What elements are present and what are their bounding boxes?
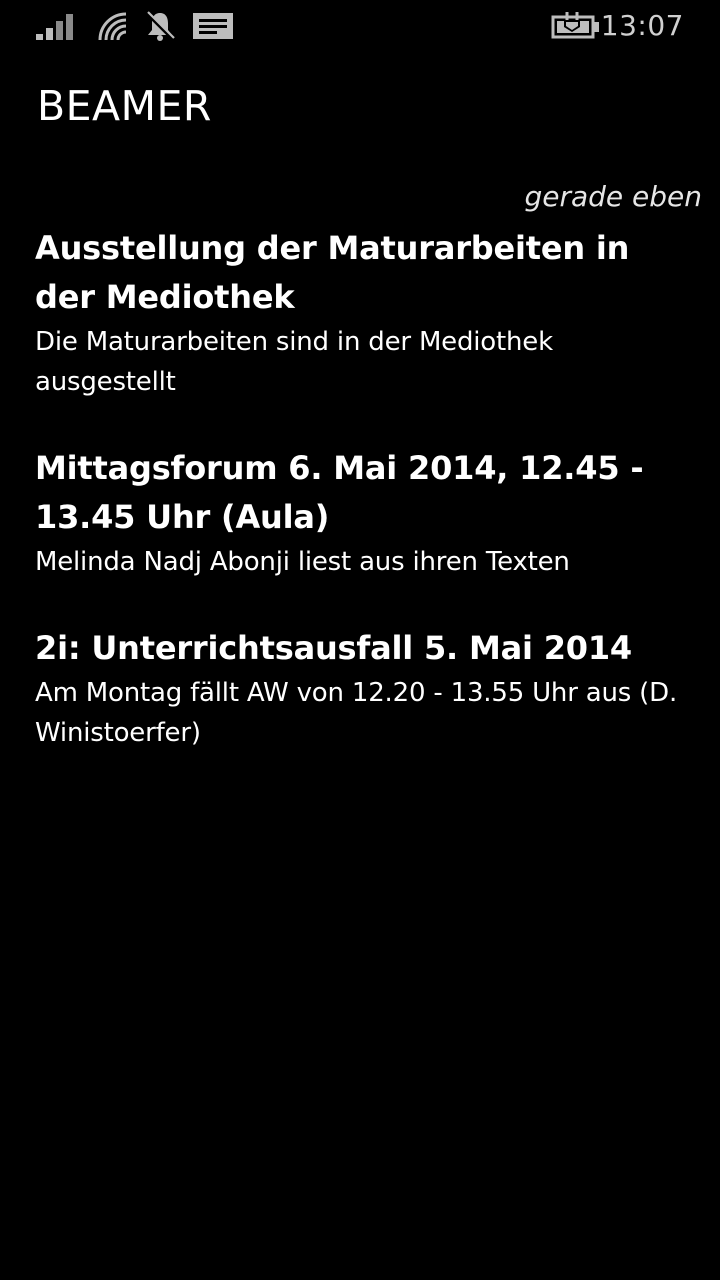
- app-title: BEAMER: [37, 82, 212, 130]
- battery-charging-icon: [551, 12, 599, 39]
- notifications-muted-icon: [144, 10, 176, 42]
- news-item-title: Ausstellung der Maturarbeiten in der Med…: [35, 229, 630, 316]
- status-time: 13:07: [600, 9, 684, 42]
- news-item[interactable]: 2i: Unterrichtsausfall 5. Mai 2014 Am Mo…: [35, 624, 695, 753]
- message-icon: [193, 13, 233, 39]
- status-bar: 13:07: [0, 0, 720, 52]
- feed-timestamp: gerade eben: [524, 180, 702, 213]
- news-item-title: Mittagsforum 6. Mai 2014, 12.45 - 13.45 …: [35, 449, 644, 536]
- news-list: Ausstellung der Maturarbeiten in der Med…: [35, 224, 695, 795]
- news-item[interactable]: Ausstellung der Maturarbeiten in der Med…: [35, 224, 695, 402]
- news-item-body: Am Montag fällt AW von 12.20 - 13.55 Uhr…: [35, 678, 678, 748]
- news-item-title: 2i: Unterrichtsausfall 5. Mai 2014: [35, 629, 632, 667]
- news-item-body: Die Maturarbeiten sind in der Mediothek …: [35, 327, 553, 397]
- signal-strength-icon: [36, 14, 73, 40]
- wifi-icon: [98, 12, 127, 41]
- news-item[interactable]: Mittagsforum 6. Mai 2014, 12.45 - 13.45 …: [35, 444, 695, 582]
- news-item-body: Melinda Nadj Abonji liest aus ihren Text…: [35, 547, 570, 577]
